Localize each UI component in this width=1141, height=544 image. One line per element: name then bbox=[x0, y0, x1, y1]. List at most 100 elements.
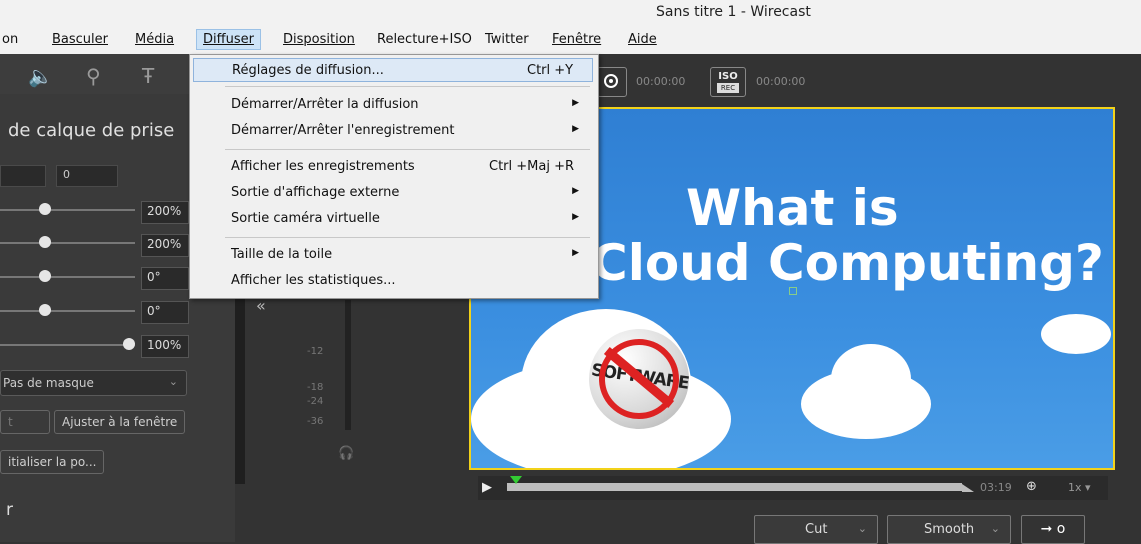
menu-item-label: Taille de la toile bbox=[231, 247, 333, 262]
headphones-icon[interactable]: 🎧 bbox=[338, 446, 354, 461]
playhead-marker[interactable] bbox=[510, 476, 522, 484]
fit-button[interactable]: t bbox=[0, 410, 50, 434]
slider-knob[interactable] bbox=[39, 236, 51, 248]
menu-basculer[interactable]: Basculer bbox=[52, 32, 108, 47]
iso-timecode: 00:00:00 bbox=[756, 75, 806, 88]
end-marker[interactable] bbox=[962, 484, 974, 492]
go-button[interactable]: ➞ o bbox=[1021, 515, 1085, 544]
panel-heading: de calque de prise bbox=[8, 120, 175, 141]
menu-item-label: Sortie d'affichage externe bbox=[231, 185, 400, 200]
slider-value[interactable]: 200% bbox=[141, 234, 189, 257]
menu-bar: on Basculer Média Diffuser Disposition R… bbox=[0, 26, 1141, 54]
menu-item-virtual-camera[interactable]: Sortie caméra virtuelle ▶ bbox=[193, 207, 593, 231]
menu-relecture-iso[interactable]: Relecture+ISO bbox=[377, 32, 472, 47]
smooth-transition-select[interactable]: Smooth ⌄ bbox=[887, 515, 1011, 544]
cut-transition-select[interactable]: Cut ⌄ bbox=[754, 515, 878, 544]
menu-disposition[interactable]: Disposition bbox=[283, 32, 355, 47]
scrub-bar[interactable] bbox=[507, 483, 962, 491]
diffuser-menu: Réglages de diffusion... Ctrl +Y Démarre… bbox=[189, 54, 599, 299]
chevron-down-icon: ⌄ bbox=[857, 522, 867, 535]
menu-item-label: Afficher les enregistrements bbox=[231, 159, 415, 174]
record-timecode: 00:00:00 bbox=[636, 75, 686, 88]
audio-meter bbox=[345, 300, 351, 430]
cloud-shape bbox=[1041, 314, 1111, 354]
preview-title-line2: Cloud Computing? bbox=[591, 234, 1104, 292]
record-button[interactable] bbox=[597, 67, 627, 97]
mask-select[interactable]: Pas de masque ⌄ bbox=[0, 370, 187, 396]
no-software-badge: SOFTWARE bbox=[589, 329, 690, 429]
menu-twitter[interactable]: Twitter bbox=[485, 32, 529, 47]
menu-separator bbox=[225, 86, 590, 87]
person-icon[interactable]: ⚲ bbox=[86, 64, 101, 88]
menu-item-broadcast-settings[interactable]: Réglages de diffusion... Ctrl +Y bbox=[193, 58, 593, 82]
slider-knob[interactable] bbox=[39, 304, 51, 316]
slider-knob[interactable] bbox=[39, 270, 51, 282]
cloud-shape bbox=[831, 344, 911, 414]
db-label: -12 bbox=[307, 346, 324, 357]
chevron-down-icon: ⌄ bbox=[990, 522, 1000, 535]
rec-label: REC bbox=[717, 83, 739, 93]
slider-track[interactable] bbox=[0, 276, 135, 278]
slider-knob[interactable] bbox=[39, 203, 51, 215]
menu-item-start-stop-recording[interactable]: Démarrer/Arrêter l'enregistrement ▶ bbox=[193, 119, 593, 143]
duration-label: 03:19 bbox=[980, 481, 1012, 494]
preview-title-line1: What is bbox=[686, 179, 899, 237]
audio-icon[interactable]: 🔈 bbox=[28, 64, 53, 88]
menu-edition[interactable]: on bbox=[2, 32, 18, 47]
zoom-icon[interactable]: ⊕ bbox=[1026, 479, 1037, 494]
menu-item-show-statistics[interactable]: Afficher les statistiques... bbox=[193, 269, 593, 293]
chevron-down-icon: ⌄ bbox=[168, 375, 178, 388]
record-icon bbox=[604, 74, 618, 88]
menu-separator bbox=[225, 149, 590, 150]
slider-value[interactable]: 0° bbox=[141, 267, 189, 290]
section-label: r bbox=[6, 500, 13, 520]
slider-track[interactable] bbox=[0, 344, 135, 346]
fit-window-button[interactable]: Ajuster à la fenêtre bbox=[54, 410, 186, 434]
menu-item-label: Réglages de diffusion... bbox=[232, 63, 384, 78]
menu-item-show-recordings[interactable]: Afficher les enregistrements Ctrl +Maj +… bbox=[193, 155, 593, 179]
db-label: -36 bbox=[307, 416, 324, 427]
play-icon[interactable]: ▶ bbox=[482, 480, 492, 495]
cut-label: Cut bbox=[805, 522, 828, 537]
submenu-arrow-icon: ▶ bbox=[572, 124, 579, 134]
slider-track[interactable] bbox=[0, 209, 135, 211]
slider-knob[interactable] bbox=[123, 338, 135, 350]
menu-diffuser[interactable]: Diffuser bbox=[196, 29, 261, 50]
offset-x-field[interactable] bbox=[0, 165, 46, 187]
anchor-point-icon[interactable] bbox=[789, 287, 797, 295]
menu-item-external-display[interactable]: Sortie d'affichage externe ▶ bbox=[193, 181, 593, 205]
speed-value: 1x bbox=[1068, 481, 1082, 494]
iso-label: ISO bbox=[718, 71, 738, 82]
slider-value[interactable]: 0° bbox=[141, 301, 189, 324]
title-bar: Sans titre 1 - Wirecast bbox=[0, 0, 1141, 26]
db-label: -24 bbox=[307, 396, 324, 407]
properties-toolbar: 🔈 ⚲ Ŧ bbox=[0, 54, 190, 94]
menu-item-label: Démarrer/Arrêter la diffusion bbox=[231, 97, 419, 112]
menu-item-shortcut: Ctrl +Maj +R bbox=[489, 159, 575, 174]
text-tool-icon[interactable]: Ŧ bbox=[142, 64, 154, 88]
menu-separator bbox=[225, 237, 590, 238]
slider-value[interactable]: 100% bbox=[141, 335, 189, 358]
iso-record-button[interactable]: ISO REC bbox=[710, 67, 746, 97]
menu-item-canvas-size[interactable]: Taille de la toile ▶ bbox=[193, 243, 593, 267]
menu-item-shortcut: Ctrl +Y bbox=[527, 63, 574, 78]
menu-media[interactable]: Média bbox=[135, 32, 174, 47]
menu-aide[interactable]: Aide bbox=[628, 32, 657, 47]
submenu-arrow-icon: ▶ bbox=[572, 186, 579, 196]
submenu-arrow-icon: ▶ bbox=[572, 212, 579, 222]
smooth-label: Smooth bbox=[924, 522, 975, 537]
offset-y-field[interactable]: 0 bbox=[56, 165, 118, 187]
menu-item-label: Sortie caméra virtuelle bbox=[231, 211, 380, 226]
slider-track[interactable] bbox=[0, 242, 135, 244]
menu-item-label: Démarrer/Arrêter l'enregistrement bbox=[231, 123, 455, 138]
window-title: Sans titre 1 - Wirecast bbox=[656, 4, 811, 20]
speed-select[interactable]: 1x ▾ bbox=[1068, 481, 1091, 494]
submenu-arrow-icon: ▶ bbox=[572, 98, 579, 108]
reset-position-button[interactable]: itialiser la po... bbox=[0, 450, 105, 474]
slider-track[interactable] bbox=[0, 310, 135, 312]
slider-value[interactable]: 200% bbox=[141, 201, 189, 224]
db-label: -18 bbox=[307, 382, 324, 393]
menu-item-start-stop-broadcast[interactable]: Démarrer/Arrêter la diffusion ▶ bbox=[193, 93, 593, 117]
menu-fenetre[interactable]: Fenêtre bbox=[552, 32, 601, 47]
mask-select-value: Pas de masque bbox=[3, 376, 94, 390]
